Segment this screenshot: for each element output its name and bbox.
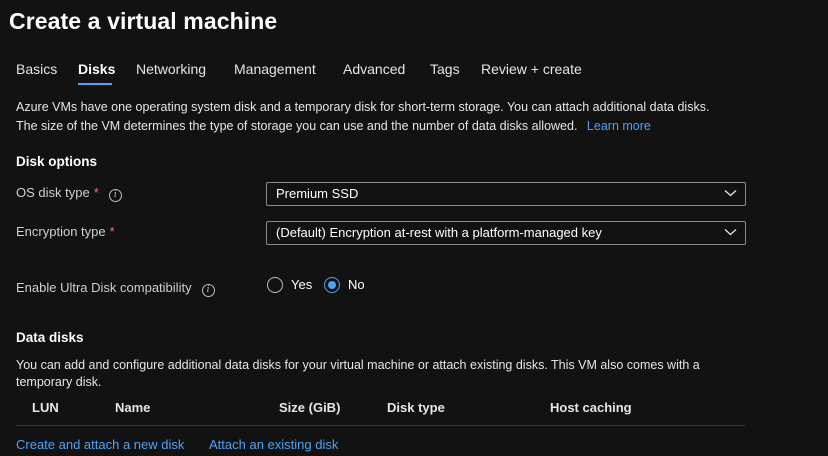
os-disk-type-label: OS disk type * i — [16, 185, 122, 202]
radio-label-no: No — [348, 277, 365, 293]
radio-label-yes: Yes — [291, 277, 313, 293]
data-disks-heading: Data disks — [16, 330, 84, 345]
chevron-down-icon — [724, 190, 737, 197]
column-header-size: Size (GiB) — [279, 400, 341, 415]
info-icon[interactable]: i — [201, 284, 215, 297]
info-icon[interactable]: i — [108, 189, 122, 202]
table-divider — [16, 425, 745, 426]
ultra-disk-label: Enable Ultra Disk compatibility i — [16, 280, 215, 297]
tab-review-create[interactable]: Review + create — [481, 61, 582, 77]
column-header-disk-type: Disk type — [387, 400, 445, 415]
tab-tags[interactable]: Tags — [430, 61, 460, 77]
disk-options-heading: Disk options — [16, 154, 98, 169]
radio-circle-checked[interactable] — [324, 276, 340, 293]
attach-existing-disk-link[interactable]: Attach an existing disk — [209, 437, 338, 452]
tab-basics[interactable]: Basics — [16, 61, 57, 77]
ultra-disk-yes-radio[interactable]: Yes — [267, 276, 312, 293]
tab-advanced[interactable]: Advanced — [343, 61, 405, 77]
encryption-type-value: (Default) Encryption at-rest with a plat… — [276, 225, 602, 240]
ultra-disk-label-text: Enable Ultra Disk compatibility — [16, 280, 192, 295]
column-header-lun: LUN — [32, 400, 59, 415]
required-marker: * — [93, 185, 99, 200]
ultra-disk-no-radio[interactable]: No — [324, 276, 365, 293]
create-attach-disk-link[interactable]: Create and attach a new disk — [16, 437, 184, 452]
os-disk-type-label-text: OS disk type — [16, 185, 90, 200]
column-header-name: Name — [115, 400, 151, 415]
intro-line-2-text: The size of the VM determines the type o… — [16, 119, 578, 133]
tab-networking[interactable]: Networking — [136, 61, 206, 77]
page-title: Create a virtual machine — [9, 8, 278, 34]
intro-text: Azure VMs have one operating system disk… — [16, 98, 709, 136]
radio-circle[interactable] — [267, 276, 283, 293]
intro-line-2: The size of the VM determines the type o… — [16, 117, 709, 136]
intro-line-1: Azure VMs have one operating system disk… — [16, 100, 710, 114]
tab-management[interactable]: Management — [234, 61, 316, 77]
encryption-type-label-text: Encryption type — [16, 224, 106, 239]
column-header-host-caching: Host caching — [550, 400, 632, 415]
learn-more-link[interactable]: Learn more — [587, 119, 651, 133]
required-marker: * — [109, 224, 115, 239]
active-tab-indicator — [78, 83, 112, 85]
tab-disks[interactable]: Disks — [78, 61, 115, 77]
chevron-down-icon — [724, 229, 737, 236]
data-disks-description: You can add and configure additional dat… — [16, 358, 700, 389]
encryption-type-label: Encryption type * — [16, 224, 115, 239]
encryption-type-dropdown[interactable]: (Default) Encryption at-rest with a plat… — [266, 221, 746, 245]
os-disk-type-value: Premium SSD — [276, 186, 359, 201]
os-disk-type-dropdown[interactable]: Premium SSD — [266, 182, 746, 206]
